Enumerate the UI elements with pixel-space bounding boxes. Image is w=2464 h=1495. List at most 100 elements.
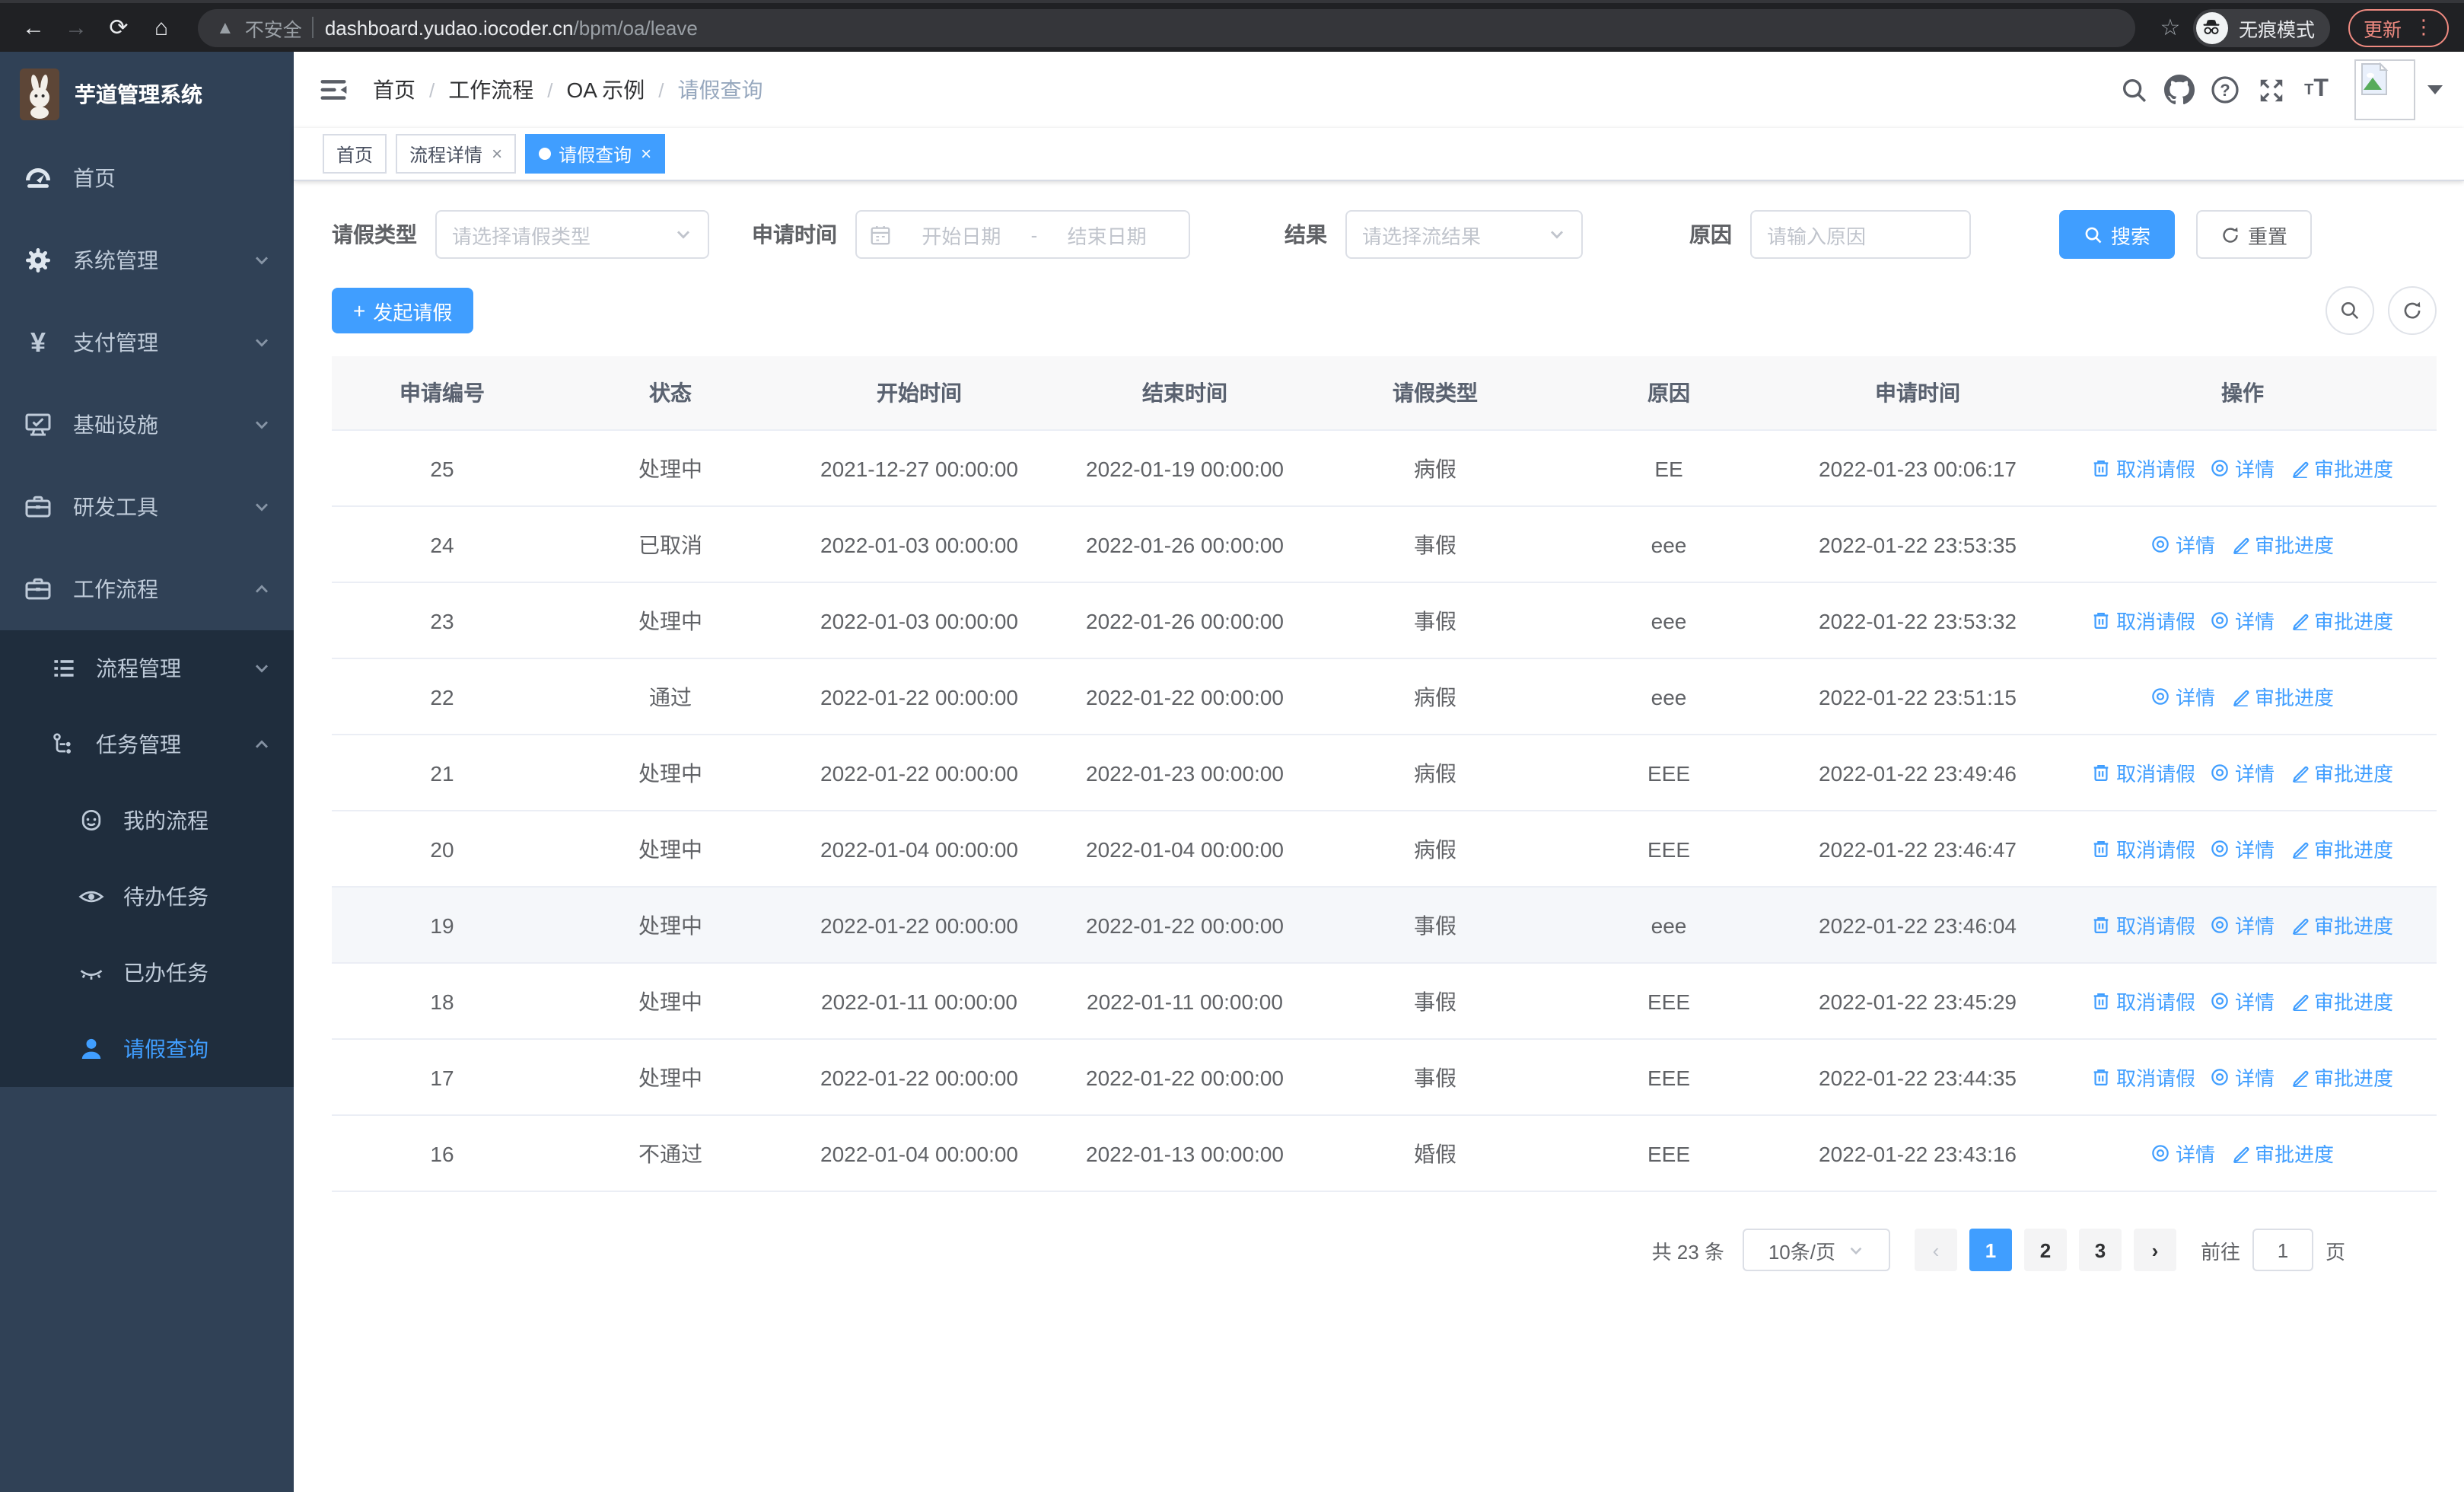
cell-start-time: 2022-01-22 00:00:00 bbox=[788, 735, 1050, 811]
progress-link[interactable]: 审批进度 bbox=[2290, 606, 2393, 635]
cell-status: 处理中 bbox=[552, 811, 788, 888]
cancel-leave-link[interactable]: 取消请假 bbox=[2092, 834, 2195, 863]
start-date-input[interactable]: 开始日期 bbox=[892, 220, 1031, 249]
address-bar[interactable]: ▲ 不安全 dashboard.yudao.iocoder.cn/bpm/oa/… bbox=[198, 8, 2135, 46]
sidebar-item-payment[interactable]: ¥ 支付管理 bbox=[0, 301, 294, 384]
breadcrumb-item[interactable]: 工作流程 bbox=[448, 75, 533, 105]
progress-link[interactable]: 审批进度 bbox=[2290, 758, 2393, 787]
fullscreen-icon[interactable] bbox=[2248, 67, 2294, 113]
cell-status: 处理中 bbox=[552, 582, 788, 659]
detail-link[interactable]: 详情 bbox=[2211, 987, 2275, 1015]
cancel-leave-link[interactable]: 取消请假 bbox=[2092, 1063, 2195, 1092]
close-icon[interactable]: × bbox=[492, 143, 502, 164]
help-icon[interactable]: ? bbox=[2202, 67, 2248, 113]
tab-home[interactable]: 首页 bbox=[323, 134, 387, 174]
url-path: /bpm/oa/leave bbox=[573, 16, 698, 39]
cancel-leave-link[interactable]: 取消请假 bbox=[2092, 454, 2195, 483]
sidebar-item-system[interactable]: 系统管理 bbox=[0, 219, 294, 301]
update-label: 更新 bbox=[2363, 19, 2402, 40]
avatar[interactable] bbox=[2354, 59, 2415, 120]
reload-icon[interactable]: ⟳ bbox=[100, 9, 137, 46]
broken-image-icon bbox=[2361, 62, 2389, 95]
progress-link[interactable]: 审批进度 bbox=[2290, 987, 2393, 1015]
detail-link[interactable]: 详情 bbox=[2211, 606, 2275, 635]
tab-label: 首页 bbox=[336, 144, 374, 165]
sidebar-item-todo-tasks[interactable]: 待办任务 bbox=[0, 859, 294, 935]
pen-icon bbox=[2232, 690, 2249, 706]
trash-icon bbox=[2094, 612, 2109, 629]
back-icon[interactable]: ← bbox=[15, 9, 52, 46]
reason-input[interactable]: 请输入原因 bbox=[1750, 210, 1971, 259]
cancel-leave-link[interactable]: 取消请假 bbox=[2092, 758, 2195, 787]
font-size-icon[interactable]: TT bbox=[2294, 67, 2339, 113]
detail-link[interactable]: 详情 bbox=[2211, 910, 2275, 939]
detail-link[interactable]: 详情 bbox=[2211, 454, 2275, 483]
toggle-search-button[interactable] bbox=[2326, 286, 2374, 335]
page-button-2[interactable]: 2 bbox=[2023, 1229, 2067, 1271]
result-select[interactable]: 请选择流结果 bbox=[1345, 210, 1583, 259]
sidebar-item-workflow[interactable]: 工作流程 bbox=[0, 548, 294, 630]
plus-icon: + bbox=[353, 298, 366, 323]
create-leave-button[interactable]: + 发起请假 bbox=[332, 288, 474, 333]
prev-page-button[interactable]: ‹ bbox=[1914, 1229, 1957, 1271]
sidebar-item-home[interactable]: 首页 bbox=[0, 137, 294, 219]
page-size-select[interactable]: 10条/页 bbox=[1742, 1229, 1890, 1271]
progress-link[interactable]: 审批进度 bbox=[2230, 530, 2334, 559]
tab-process-detail[interactable]: 流程详情 × bbox=[396, 134, 517, 174]
breadcrumb-item[interactable]: OA 示例 bbox=[567, 75, 645, 105]
refresh-table-button[interactable] bbox=[2388, 286, 2437, 335]
incognito-badge: 无痕模式 bbox=[2192, 8, 2330, 46]
progress-link[interactable]: 审批进度 bbox=[2230, 682, 2334, 711]
close-icon[interactable]: × bbox=[641, 143, 651, 164]
github-icon[interactable] bbox=[2157, 67, 2202, 113]
cancel-leave-link[interactable]: 取消请假 bbox=[2092, 606, 2195, 635]
detail-link[interactable]: 详情 bbox=[2211, 758, 2275, 787]
detail-link[interactable]: 详情 bbox=[2151, 682, 2215, 711]
chevron-up-icon bbox=[253, 580, 271, 598]
detail-link[interactable]: 详情 bbox=[2151, 1139, 2215, 1168]
breadcrumb-item[interactable]: 首页 bbox=[373, 75, 415, 105]
cell-id: 21 bbox=[332, 735, 552, 811]
cell-leave-type: 事假 bbox=[1320, 963, 1551, 1040]
end-date-input[interactable]: 结束日期 bbox=[1037, 220, 1176, 249]
progress-link[interactable]: 审批进度 bbox=[2290, 454, 2393, 483]
user-icon bbox=[78, 1035, 105, 1063]
sidebar-item-devtools[interactable]: 研发工具 bbox=[0, 466, 294, 548]
cell-status: 处理中 bbox=[552, 1039, 788, 1116]
cancel-leave-link[interactable]: 取消请假 bbox=[2092, 910, 2195, 939]
sidebar-item-my-process[interactable]: 我的流程 bbox=[0, 783, 294, 859]
progress-link[interactable]: 审批进度 bbox=[2230, 1139, 2334, 1168]
progress-link[interactable]: 审批进度 bbox=[2290, 834, 2393, 863]
cancel-leave-link[interactable]: 取消请假 bbox=[2092, 987, 2195, 1015]
detail-link[interactable]: 详情 bbox=[2151, 530, 2215, 559]
update-button[interactable]: 更新 ⋮ bbox=[2348, 8, 2449, 46]
next-page-button[interactable]: › bbox=[2133, 1229, 2176, 1271]
search-icon[interactable] bbox=[2111, 67, 2157, 113]
sidebar-item-infrastructure[interactable]: 基础设施 bbox=[0, 384, 294, 466]
sidebar-item-leave-query[interactable]: 请假查询 bbox=[0, 1011, 294, 1087]
date-range-picker[interactable]: 开始日期 - 结束日期 bbox=[855, 210, 1190, 259]
progress-link[interactable]: 审批进度 bbox=[2290, 910, 2393, 939]
table-row: 17 处理中 2022-01-22 00:00:00 2022-01-22 00:00… bbox=[332, 1039, 2437, 1116]
page-button-1[interactable]: 1 bbox=[1969, 1229, 2012, 1271]
leave-type-select[interactable]: 请选择请假类型 bbox=[435, 210, 709, 259]
progress-link[interactable]: 审批进度 bbox=[2290, 1063, 2393, 1092]
kebab-menu-icon[interactable]: ⋮ bbox=[2414, 15, 2434, 40]
detail-link[interactable]: 详情 bbox=[2211, 834, 2275, 863]
sidebar-item-task-mgmt[interactable]: 任务管理 bbox=[0, 706, 294, 783]
reset-button[interactable]: 重置 bbox=[2196, 210, 2313, 259]
bookmark-star-icon[interactable]: ☆ bbox=[2154, 14, 2187, 41]
caret-down-icon[interactable] bbox=[2427, 85, 2443, 94]
page-button-3[interactable]: 3 bbox=[2078, 1229, 2122, 1271]
sidebar-item-done-tasks[interactable]: 已办任务 bbox=[0, 935, 294, 1011]
sidebar-item-process-mgmt[interactable]: 流程管理 bbox=[0, 630, 294, 706]
tab-leave-query[interactable]: 请假查询 × bbox=[525, 134, 666, 174]
hamburger-icon[interactable] bbox=[317, 73, 350, 107]
home-icon[interactable]: ⌂ bbox=[143, 9, 180, 46]
search-button[interactable]: 搜索 bbox=[2059, 210, 2176, 259]
trash-icon bbox=[2094, 993, 2109, 1009]
goto-page-input[interactable] bbox=[2252, 1229, 2313, 1271]
forward-icon[interactable]: → bbox=[58, 9, 94, 46]
cell-reason: eee bbox=[1551, 582, 1787, 659]
detail-link[interactable]: 详情 bbox=[2211, 1063, 2275, 1092]
